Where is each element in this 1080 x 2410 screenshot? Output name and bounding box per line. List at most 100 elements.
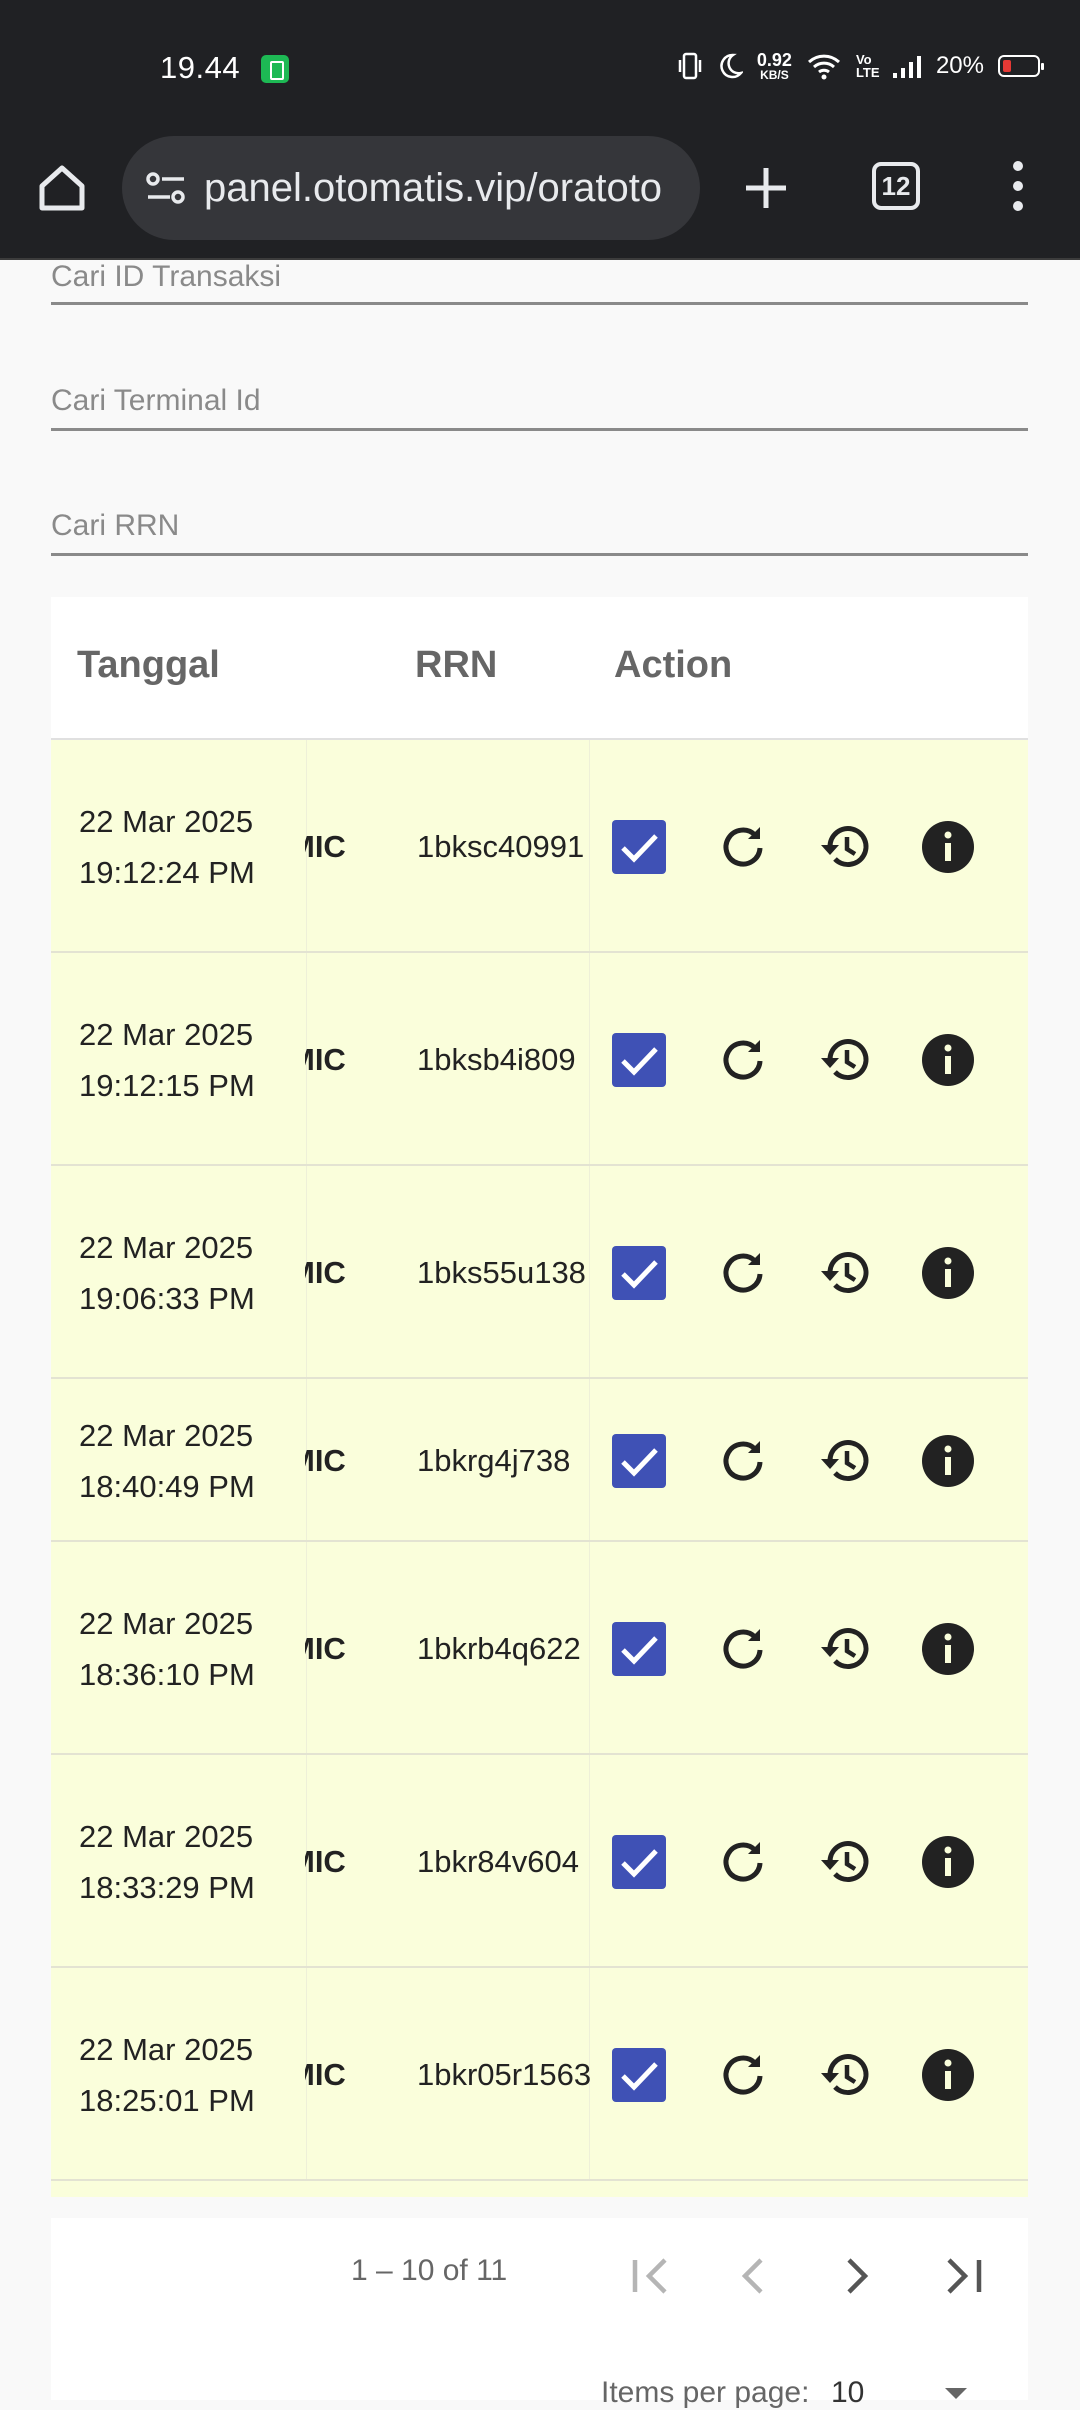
paginator: 1 – 10 of 11 Items per page: 10 [51, 2218, 1028, 2409]
last-page-icon[interactable] [935, 2248, 991, 2304]
checkbox-icon[interactable] [612, 1834, 666, 1889]
info-icon[interactable] [920, 1621, 976, 1677]
row-datetime: 22 Mar 2025 19:12:24 PM [79, 796, 255, 898]
transaction-id-input[interactable] [51, 256, 1028, 298]
history-icon[interactable] [817, 1245, 873, 1301]
info-icon[interactable] [920, 1032, 976, 1088]
signal-icon [892, 56, 921, 78]
row-datetime: 22 Mar 2025 18:25:01 PM [79, 2024, 255, 2126]
info-icon[interactable] [920, 1834, 976, 1890]
row-time: 19:12:24 PM [79, 854, 255, 890]
refresh-icon[interactable] [715, 2047, 771, 2103]
table-row[interactable]: 22 Mar 2025 19:06:33 PM MIC 1bks55u138 [51, 1166, 1028, 1379]
terminal-id-input[interactable] [51, 376, 1028, 426]
row-date: 22 Mar 2025 [79, 1016, 254, 1052]
items-per-page-label: Items per page: [601, 2376, 810, 2409]
page-range: 1 – 10 of 11 [351, 2254, 508, 2287]
speed-unit: KB/S [760, 67, 789, 82]
row-type: MIC [305, 1254, 346, 1290]
url-text[interactable]: panel.otomatis.vip/oratoto [204, 166, 662, 211]
row-datetime: 22 Mar 2025 18:36:10 PM [79, 1598, 255, 1700]
terminal-id-field [51, 376, 1028, 431]
vibrate-icon [678, 52, 702, 80]
row-rrn: 1bksb4i809 [417, 1041, 576, 1077]
history-icon[interactable] [817, 1834, 873, 1890]
items-per-page-select[interactable]: 10 [831, 2376, 864, 2410]
info-icon[interactable] [920, 1433, 976, 1489]
row-type: MIC [305, 1630, 346, 1666]
table-row[interactable]: 22 Mar 2025 18:40:49 PM MIC 1bkrg4j738 [51, 1379, 1028, 1542]
history-icon[interactable] [817, 1621, 873, 1677]
refresh-icon[interactable] [715, 1032, 771, 1088]
browser-toolbar: panel.otomatis.vip/oratoto 12 [0, 132, 1080, 260]
battery-icon [998, 55, 1044, 77]
row-date: 22 Mar 2025 [79, 1605, 254, 1641]
history-icon[interactable] [817, 1032, 873, 1088]
header-rrn[interactable]: RRN [415, 644, 497, 687]
row-time: 19:06:33 PM [79, 1280, 255, 1316]
row-rrn: 1bks55u138 [417, 1254, 586, 1290]
transaction-id-field [51, 256, 1028, 305]
table-row[interactable]: 22 Mar 2025 19:12:24 PM MIC 1bksc40991 [51, 740, 1028, 953]
row-rrn: 1bkrg4j738 [417, 1442, 571, 1478]
row-time: 18:25:01 PM [79, 2082, 255, 2118]
refresh-icon[interactable] [715, 1621, 771, 1677]
refresh-icon[interactable] [715, 1834, 771, 1890]
status-time: 19.44 [160, 50, 241, 85]
refresh-icon[interactable] [715, 819, 771, 875]
row-time: 19:12:15 PM [79, 1067, 255, 1103]
checkbox-icon[interactable] [612, 2047, 666, 2102]
chevron-down-icon[interactable] [945, 2388, 967, 2399]
row-type: MIC [305, 2056, 346, 2092]
table-row[interactable]: 22 Mar 2025 18:33:29 PM MIC 1bkr84v604 [51, 1755, 1028, 1968]
refresh-icon[interactable] [715, 1433, 771, 1489]
checkbox-icon[interactable] [612, 819, 666, 874]
first-page-icon[interactable] [625, 2248, 681, 2304]
table-row[interactable]: 22 Mar 2025 18:25:01 PM MIC 1bkr05r1563 [51, 1968, 1028, 2181]
more-vert-icon[interactable] [1000, 156, 1036, 216]
plus-icon[interactable] [740, 162, 792, 214]
checkbox-icon[interactable] [612, 1433, 666, 1488]
status-bar: 19.44 0.92 KB/S Vo LTE 20% [0, 0, 1080, 132]
info-icon[interactable] [920, 2047, 976, 2103]
history-icon[interactable] [817, 819, 873, 875]
tune-icon[interactable] [144, 170, 188, 206]
table-row[interactable] [51, 2181, 1028, 2197]
history-icon[interactable] [817, 2047, 873, 2103]
checkbox-icon[interactable] [612, 1245, 666, 1300]
battery-saver-icon [261, 55, 289, 83]
row-datetime: 22 Mar 2025 19:06:33 PM [79, 1222, 255, 1324]
info-icon[interactable] [920, 819, 976, 875]
row-time: 18:36:10 PM [79, 1656, 255, 1692]
row-time: 18:33:29 PM [79, 1869, 255, 1905]
tabs-button[interactable]: 12 [872, 162, 920, 210]
next-page-icon[interactable] [829, 2248, 885, 2304]
row-date: 22 Mar 2025 [79, 1229, 254, 1265]
checkbox-icon[interactable] [612, 1621, 666, 1676]
refresh-icon[interactable] [715, 1245, 771, 1301]
row-datetime: 22 Mar 2025 18:33:29 PM [79, 1811, 255, 1913]
volte-label: Vo LTE [855, 52, 880, 80]
row-date: 22 Mar 2025 [79, 1818, 254, 1854]
wifi-icon [807, 54, 840, 80]
row-date: 22 Mar 2025 [79, 803, 254, 839]
row-rrn: 1bkr84v604 [417, 1843, 580, 1879]
status-icons: 0.92 KB/S Vo LTE 20% [677, 48, 1044, 84]
home-icon[interactable] [34, 160, 90, 216]
transactions-table: Tanggal RRN Action 22 Mar 2025 19:12:24 … [51, 597, 1028, 2197]
address-bar[interactable]: panel.otomatis.vip/oratoto [122, 136, 700, 240]
row-rrn: 1bkrb4q622 [417, 1630, 581, 1666]
row-datetime: 22 Mar 2025 18:40:49 PM [79, 1410, 255, 1512]
network-speed: 0.92 KB/S [757, 51, 792, 82]
header-date[interactable]: Tanggal [77, 644, 220, 687]
rrn-input[interactable] [51, 501, 1028, 551]
history-icon[interactable] [817, 1433, 873, 1489]
table-row[interactable]: 22 Mar 2025 18:36:10 PM MIC 1bkrb4q622 [51, 1542, 1028, 1755]
prev-page-icon[interactable] [725, 2248, 781, 2304]
row-type: MIC [305, 1041, 346, 1077]
row-date: 22 Mar 2025 [79, 2031, 254, 2067]
info-icon[interactable] [920, 1245, 976, 1301]
moon-icon [720, 53, 743, 79]
table-row[interactable]: 22 Mar 2025 19:12:15 PM MIC 1bksb4i809 [51, 953, 1028, 1166]
checkbox-icon[interactable] [612, 1032, 666, 1087]
